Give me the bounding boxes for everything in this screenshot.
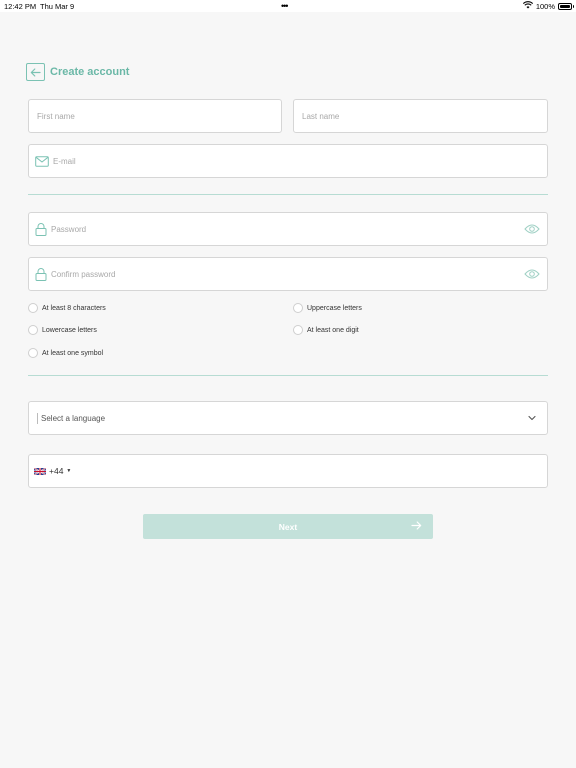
first-name-field[interactable]: First name (28, 99, 282, 133)
lock-icon (35, 267, 47, 281)
requirement-lowercase: Lowercase letters (28, 325, 97, 335)
language-select[interactable]: Select a language (28, 401, 548, 435)
page-header: Create account (26, 63, 129, 81)
arrow-right-icon (411, 521, 422, 530)
requirement-uppercase: Uppercase letters (293, 303, 362, 313)
unchecked-circle-icon (293, 303, 303, 313)
requirement-label: Lowercase letters (42, 326, 97, 334)
last-name-placeholder: Last name (302, 111, 340, 121)
battery-percent: 100% (535, 1, 555, 11)
requirement-symbol: At least one symbol (28, 348, 103, 358)
password-placeholder: Password (51, 224, 87, 234)
uk-flag-icon[interactable] (34, 467, 46, 475)
section-divider (28, 375, 548, 376)
multitasking-dots[interactable]: ••• (281, 1, 289, 11)
requirement-label: At least one symbol (42, 349, 104, 357)
unchecked-circle-icon (293, 325, 303, 335)
email-placeholder: E-mail (53, 156, 76, 166)
requirement-min-length: At least 8 characters (28, 303, 106, 313)
country-code[interactable]: +44 (49, 466, 63, 476)
battery-icon (558, 2, 574, 10)
requirement-label: At least one digit (307, 326, 359, 334)
language-placeholder: Select a language (41, 413, 106, 423)
last-name-field[interactable]: Last name (293, 99, 548, 133)
password-field[interactable]: Password (28, 212, 548, 246)
text-cursor (37, 412, 38, 424)
wifi-icon (522, 1, 533, 11)
eye-icon[interactable] (524, 223, 540, 235)
first-name-placeholder: First name (37, 111, 75, 121)
status-bar: 12:42 PM Thu Mar 9 ••• 100% (0, 0, 576, 12)
chevron-down-icon (528, 415, 536, 421)
unchecked-circle-icon (28, 325, 38, 335)
requirement-digit: At least one digit (293, 325, 359, 335)
phone-field[interactable]: +44 ▼ (28, 454, 548, 488)
status-time: 12:42 PM (4, 2, 37, 11)
eye-icon[interactable] (524, 268, 540, 280)
caret-down-icon[interactable]: ▼ (66, 468, 71, 474)
unchecked-circle-icon (28, 348, 38, 358)
next-button[interactable]: Next (143, 514, 433, 539)
requirement-label: Uppercase letters (307, 304, 362, 312)
back-button[interactable] (26, 63, 45, 81)
email-field[interactable]: E-mail (28, 144, 548, 178)
section-divider (28, 194, 548, 195)
confirm-password-placeholder: Confirm password (51, 269, 116, 279)
status-date: Thu Mar 9 (40, 2, 75, 11)
lock-icon (35, 222, 47, 236)
envelope-icon (35, 155, 49, 167)
confirm-password-field[interactable]: Confirm password (28, 257, 548, 291)
requirement-label: At least 8 characters (42, 304, 106, 312)
arrow-left-icon (30, 67, 41, 77)
unchecked-circle-icon (28, 303, 38, 313)
status-right: 100% (522, 1, 574, 11)
page-title: Create account (50, 66, 130, 78)
next-label: Next (278, 521, 298, 532)
